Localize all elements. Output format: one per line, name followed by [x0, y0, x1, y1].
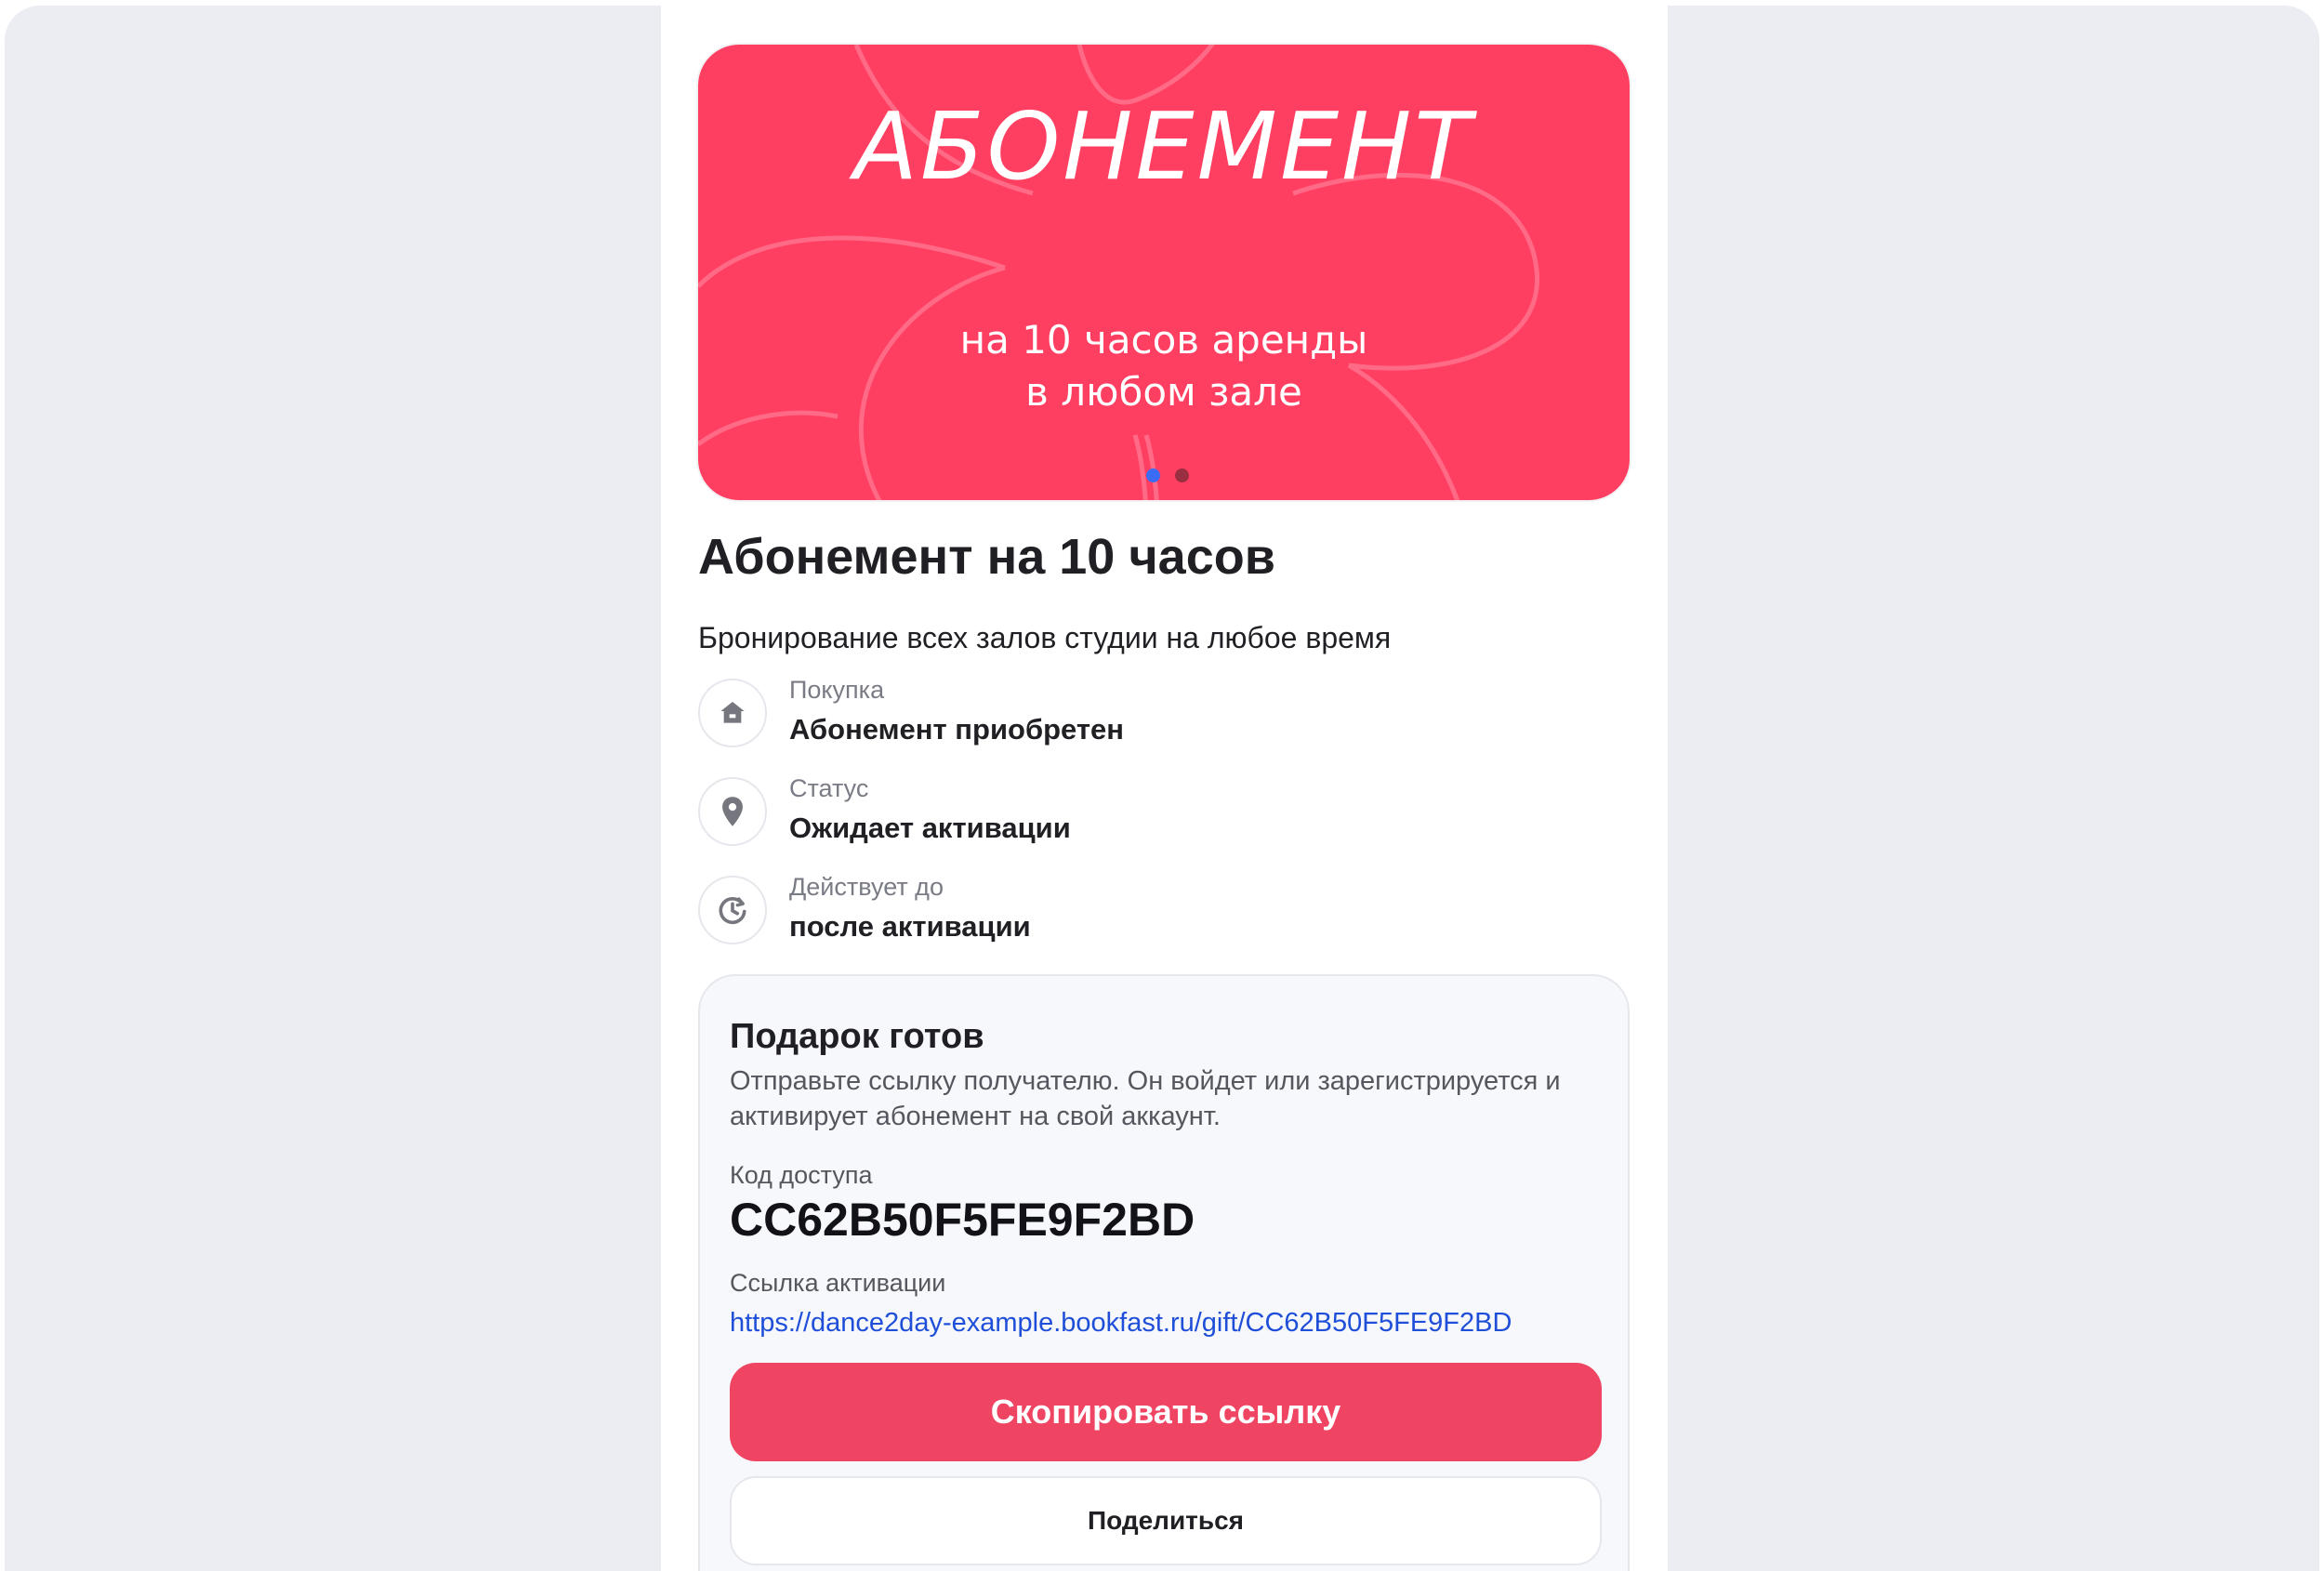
gift-instructions: Отправьте ссылку получателю. Он войдет и… — [730, 1066, 1561, 1131]
product-title: Абонемент на 10 часов — [698, 529, 1275, 585]
access-code-label: Код доступа — [730, 1161, 873, 1189]
detail-value: Ожидает активации — [789, 812, 1071, 844]
house-icon — [698, 679, 767, 747]
activation-link-label: Ссылка активации — [730, 1269, 946, 1297]
banner-carousel[interactable]: АБОНЕМЕНТ на 10 часов аренды в любом зал… — [698, 45, 1630, 500]
detail-value: после активации — [789, 910, 1031, 943]
banner-title: АБОНЕМЕНТ — [853, 92, 1474, 201]
access-code-value: CC62B50F5FE9F2BD — [730, 1194, 1195, 1246]
product-page: АБОНЕМЕНТ на 10 часов аренды в любом зал… — [661, 6, 1668, 1571]
app-frame: АБОНЕМЕНТ на 10 часов аренды в любом зал… — [5, 6, 2319, 1571]
product-description: Бронирование всех залов студии на любое … — [698, 621, 1392, 654]
detail-value: Абонемент приобретен — [789, 713, 1125, 746]
carousel-dots — [1146, 469, 1189, 482]
detail-label: Статус — [789, 774, 869, 802]
detail-label: Действует до — [789, 873, 944, 901]
banner-subtitle-line2: в любом зале — [1025, 369, 1302, 415]
carousel-dot-1[interactable] — [1146, 469, 1160, 482]
carousel-dot-2[interactable] — [1175, 469, 1189, 482]
banner-subtitle-line1: на 10 часов аренды — [959, 317, 1368, 363]
activation-link[interactable]: https://dance2day-example.bookfast.ru/gi… — [730, 1305, 1512, 1340]
gift-title: Подарок готов — [730, 1017, 984, 1056]
location-pin-icon — [698, 777, 767, 846]
moon-clock-icon — [698, 876, 767, 944]
copy-link-button[interactable]: Скопировать ссылку — [730, 1363, 1602, 1461]
share-button[interactable]: Поделиться — [730, 1476, 1602, 1565]
detail-label: Покупка — [789, 676, 885, 704]
gift-card: Подарок готов Отправьте ссылку получател… — [698, 974, 1630, 1571]
